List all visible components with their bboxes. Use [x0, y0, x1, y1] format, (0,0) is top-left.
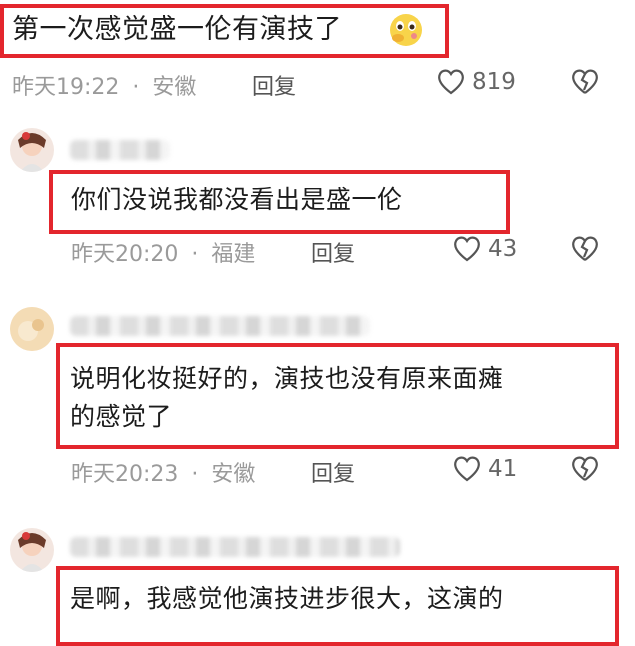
- heart-icon: [454, 236, 480, 262]
- heart-icon: [438, 69, 464, 95]
- comment-1-text: 第一次感觉盛一伦有演技了: [12, 14, 342, 45]
- broken-heart-icon: [572, 456, 598, 481]
- comment-2-meta: 昨天20:20 · 福建: [71, 236, 255, 268]
- comment-3-dislike-button[interactable]: [570, 455, 600, 483]
- heart-icon: [454, 456, 480, 482]
- comment-1-reply-button[interactable]: 回复: [252, 69, 296, 101]
- username-blurred: [70, 537, 400, 557]
- meta-separator: ·: [191, 242, 199, 267]
- comment-1-time: 昨天19:22: [12, 75, 120, 100]
- comment-3-reply-button[interactable]: 回复: [311, 456, 355, 488]
- comment-3-like-count: 41: [488, 456, 518, 482]
- comment-3-text-line2: 的感觉了: [70, 402, 173, 431]
- thinking-face-emoji-icon: [388, 12, 424, 48]
- comment-4-text: 是啊，我感觉他演技进步很大，这演的: [70, 584, 504, 613]
- comment-2-like-count: 43: [488, 236, 518, 262]
- comment-2-reply-button[interactable]: 回复: [311, 236, 355, 268]
- username-blurred: [70, 316, 370, 336]
- comment-2-text: 你们没说我都没看出是盛一伦: [71, 185, 403, 214]
- comment-1-like-count: 819: [472, 69, 516, 95]
- comment-1-like-button[interactable]: 819: [436, 68, 516, 96]
- avatar[interactable]: [10, 128, 54, 172]
- comment-2-time: 昨天20:20: [71, 242, 179, 267]
- comment-2-location: 福建: [211, 242, 256, 267]
- comment-2-like-button[interactable]: 43: [452, 235, 517, 263]
- username-blurred: [70, 140, 170, 160]
- comment-3-time: 昨天20:23: [71, 462, 179, 487]
- comment-2-dislike-button[interactable]: [570, 235, 600, 263]
- broken-heart-icon: [572, 69, 598, 94]
- comment-3-meta: 昨天20:23 · 安徽: [71, 456, 255, 488]
- meta-separator: ·: [132, 75, 140, 100]
- avatar[interactable]: [10, 528, 54, 572]
- comment-1-meta: 昨天19:22 · 安徽: [12, 69, 196, 101]
- avatar[interactable]: [10, 307, 54, 351]
- comment-1-dislike-button[interactable]: [570, 68, 600, 96]
- comment-3-like-button[interactable]: 41: [452, 455, 517, 483]
- comment-3-text-line1: 说明化妆挺好的，演技也没有原来面瘫: [70, 364, 504, 393]
- comment-1-location: 安徽: [152, 75, 197, 100]
- comment-3-location: 安徽: [211, 462, 256, 487]
- broken-heart-icon: [572, 236, 598, 261]
- meta-separator: ·: [191, 462, 199, 487]
